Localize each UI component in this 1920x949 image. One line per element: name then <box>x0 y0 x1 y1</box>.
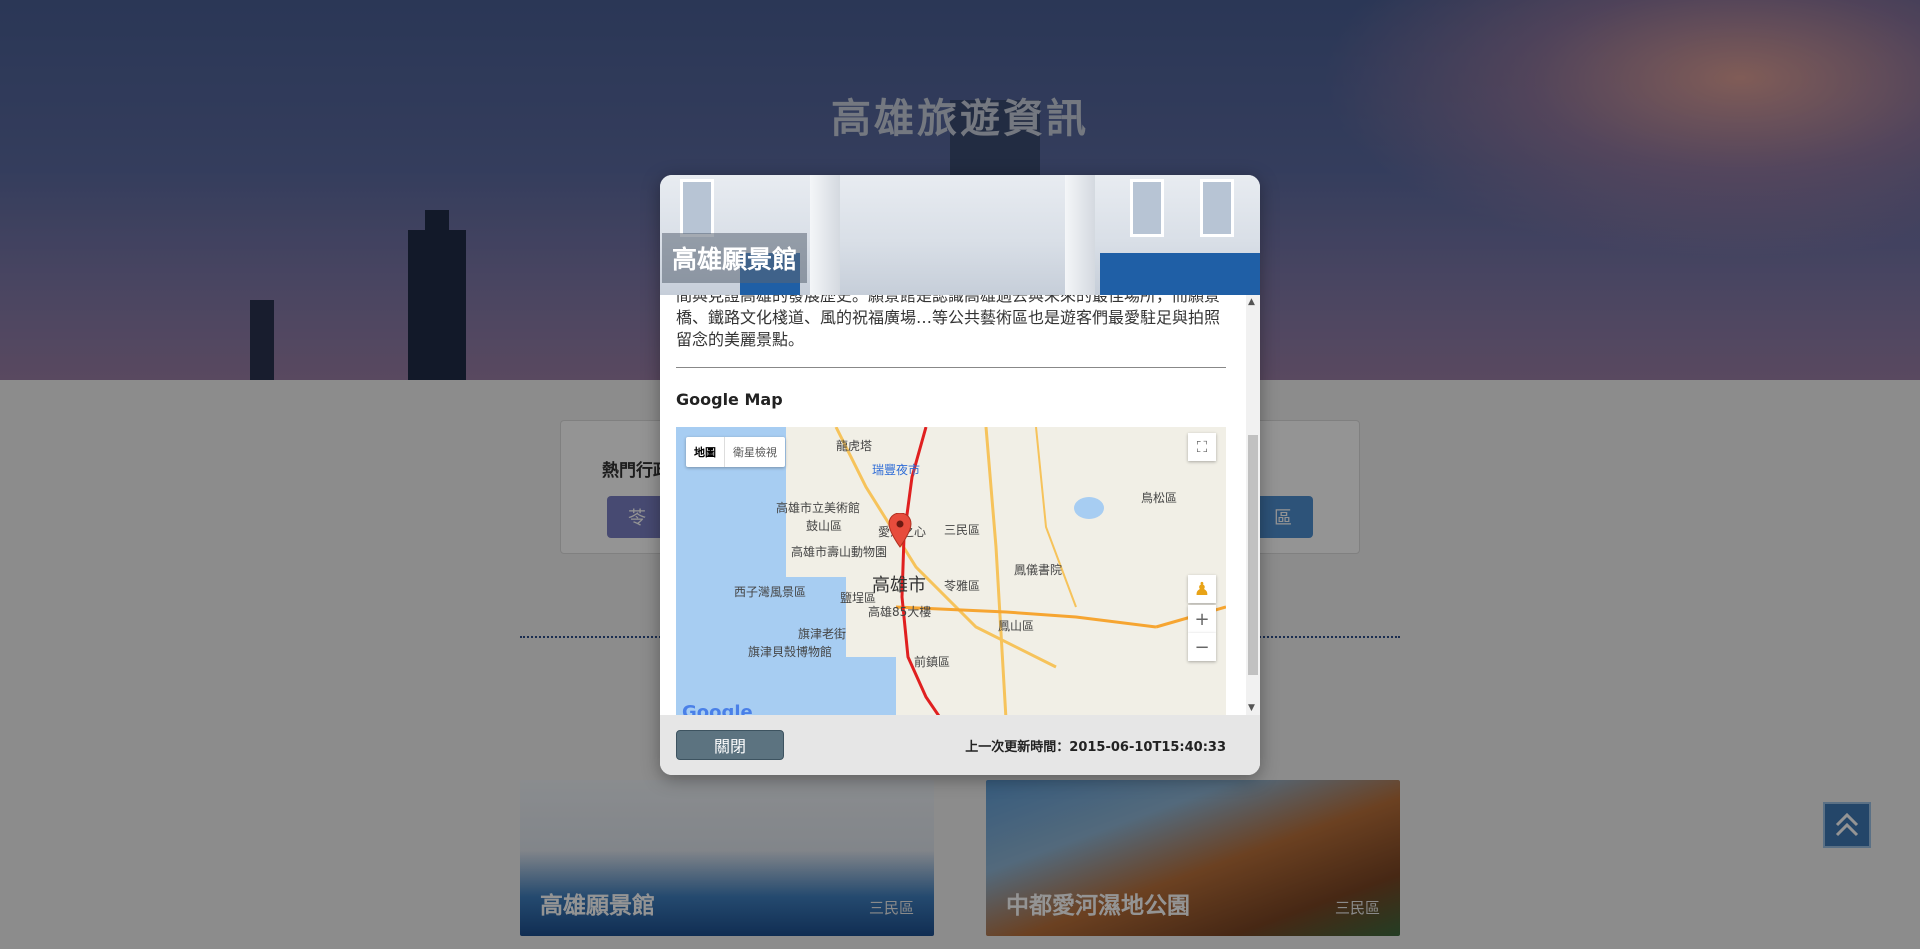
pillar-decoration <box>1065 175 1095 295</box>
map-type-satellite-button[interactable]: 衛星檢視 <box>725 437 785 467</box>
map-label: 旗津貝殼博物館 <box>748 645 833 659</box>
modal-header-image: 高雄願景館 <box>660 175 1260 295</box>
scroll-thumb[interactable] <box>1248 435 1258 675</box>
map-marker-icon[interactable] <box>888 513 912 549</box>
attraction-modal: 高雄願景館 間與見證高雄的發展歷史。願景館是認識高雄過去與未來的最佳場所，而願景… <box>660 175 1260 775</box>
map-label: 鼓山區 <box>806 519 843 533</box>
modal-title-box: 高雄願景館 <box>662 233 808 283</box>
map-label: 高雄市 <box>872 575 926 596</box>
map-type-map-button[interactable]: 地圖 <box>686 437 725 467</box>
map-label: 鳳儀書院 <box>1014 563 1063 577</box>
map-type-control: 地圖 衛星檢視 <box>686 437 785 467</box>
modal-title: 高雄願景館 <box>672 245 798 274</box>
window-decoration <box>1200 179 1234 237</box>
zoom-in-button[interactable]: + <box>1188 605 1216 633</box>
modal-footer: 關閉 上一次更新時間：2015-06-10T15:40:33 <box>660 715 1260 775</box>
modal-scrollbar[interactable]: ▲ ▼ <box>1246 295 1260 715</box>
map-label: 西子灣風景區 <box>734 585 807 599</box>
modal-body[interactable]: 間與見證高雄的發展歷史。願景館是認識高雄過去與未來的最佳場所，而願景橋、鐵路文化… <box>660 295 1260 715</box>
map-label: 鳥松區 <box>1141 491 1178 505</box>
divider <box>676 367 1226 368</box>
map-label: 鳳山區 <box>998 619 1035 633</box>
scroll-down-icon[interactable]: ▼ <box>1248 703 1255 713</box>
map-label: 龍虎塔 <box>836 439 873 453</box>
map-label: 高雄市壽山動物園 <box>791 545 888 559</box>
map-heading: Google Map <box>676 390 783 409</box>
attraction-description: 間與見證高雄的發展歷史。願景館是認識高雄過去與未來的最佳場所，而願景橋、鐵路文化… <box>676 295 1221 349</box>
pegman-icon[interactable]: ♟ <box>1188 575 1216 603</box>
fullscreen-icon[interactable]: ⛶ <box>1188 433 1216 461</box>
window-decoration <box>680 179 714 237</box>
window-decoration <box>1130 179 1164 237</box>
google-logo: Google <box>682 702 753 715</box>
google-map[interactable]: 龍虎塔 瑞豐夜市 鳥松區 高雄市立美術館 鼓山區 愛河之心 三民區 高雄市壽山動… <box>676 427 1226 715</box>
map-label: 瑞豐夜市 <box>872 463 921 477</box>
map-label: 苓雅區 <box>944 579 981 593</box>
map-label: 高雄市立美術館 <box>776 501 861 515</box>
map-label: 旗津老街 <box>798 627 847 641</box>
exhibit-panel <box>1100 253 1260 295</box>
last-updated-text: 上一次更新時間：2015-06-10T15:40:33 <box>965 740 1226 755</box>
map-label: 三民區 <box>944 523 981 537</box>
close-button[interactable]: 關閉 <box>676 730 784 760</box>
map-label: 高雄85大樓 <box>868 605 932 619</box>
map-roads <box>834 427 1226 715</box>
zoom-out-button[interactable]: − <box>1188 633 1216 661</box>
pillar-decoration <box>810 175 840 295</box>
map-label: 前鎮區 <box>914 655 951 669</box>
scroll-up-icon[interactable]: ▲ <box>1248 297 1255 307</box>
